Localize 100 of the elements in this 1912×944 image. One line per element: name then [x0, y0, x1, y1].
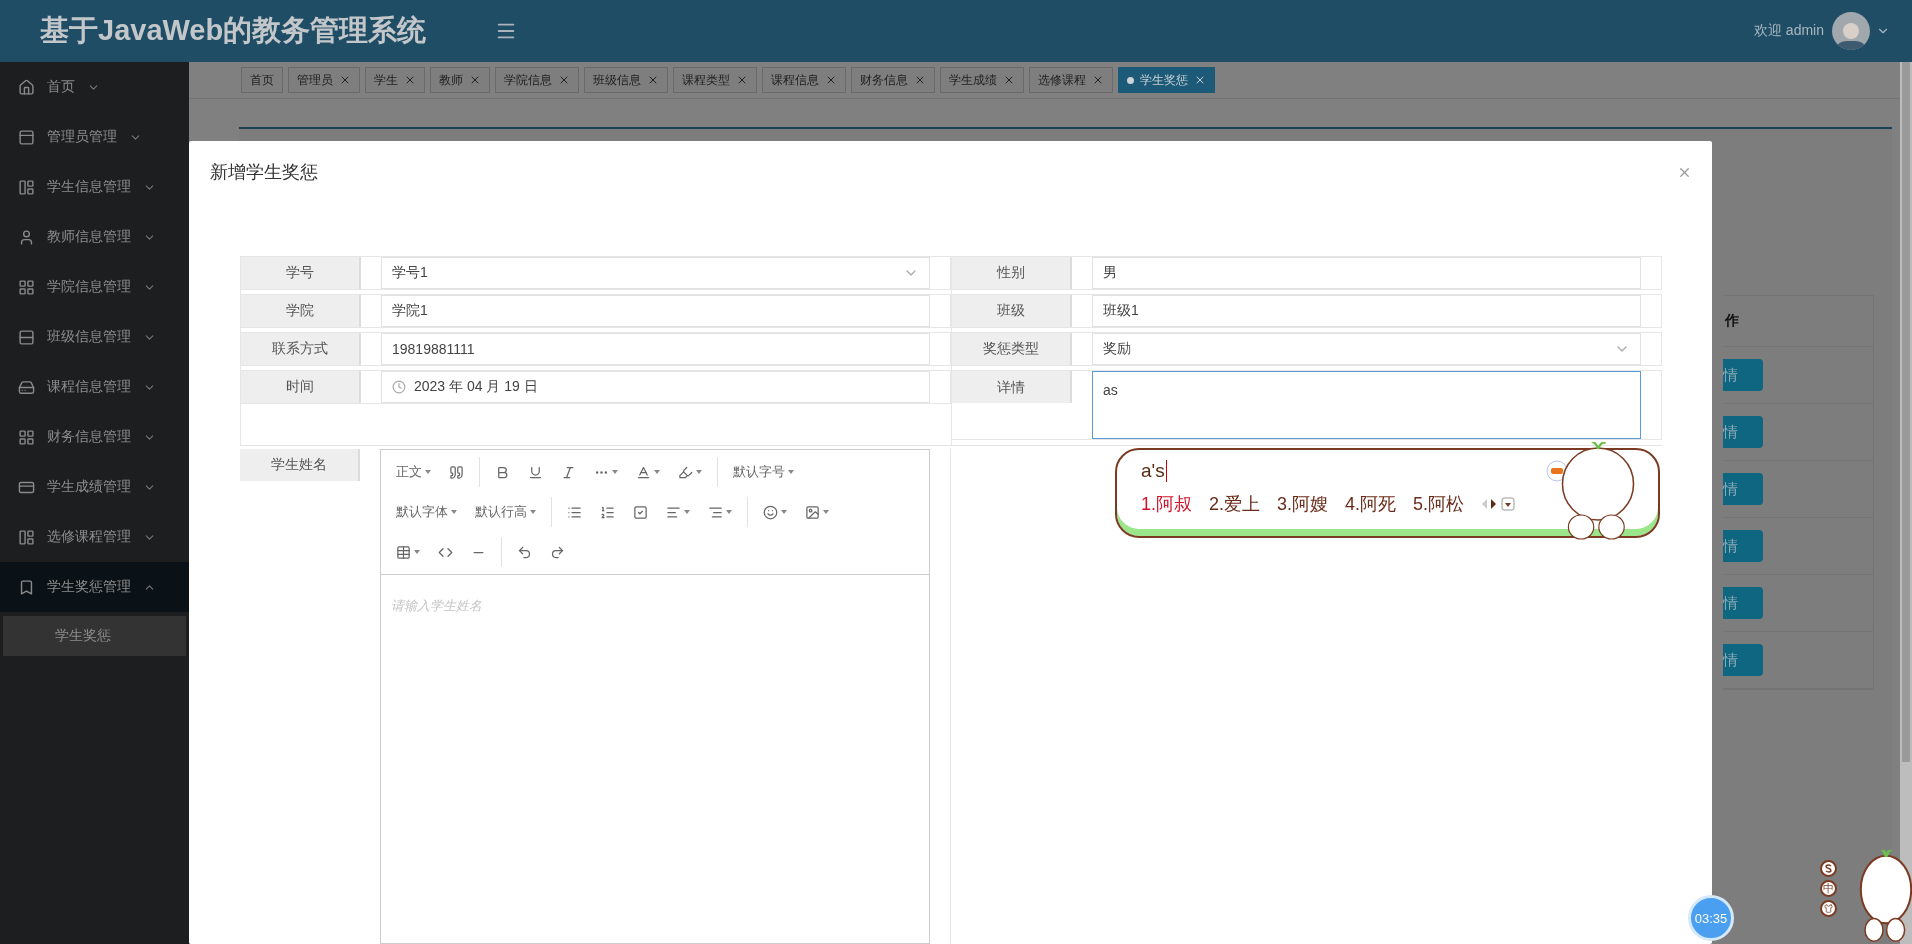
close-icon[interactable] — [404, 74, 416, 86]
tab[interactable]: 课程信息 — [762, 67, 846, 93]
close-icon[interactable] — [1092, 74, 1104, 86]
sidebar-label: 选修课程管理 — [47, 528, 131, 546]
input-field[interactable]: 班级1 — [1092, 295, 1641, 327]
toolbar-dropdown[interactable]: 默认字体 — [387, 497, 466, 527]
sidebar-label: 管理员管理 — [47, 128, 117, 146]
close-icon[interactable] — [825, 74, 837, 86]
toolbar-dropdown[interactable]: 默认字号 — [724, 457, 803, 487]
clock-icon — [392, 380, 406, 394]
sidebar-label: 教师信息管理 — [47, 228, 131, 246]
editor-placeholder: 请输入学生姓名 — [390, 597, 483, 615]
sidebar-item[interactable]: 学生信息管理 — [0, 162, 189, 212]
layout-icon — [18, 178, 35, 196]
tab[interactable]: 课程类型 — [673, 67, 757, 93]
field-label: 时间 — [241, 371, 361, 403]
details-button[interactable]: 情 — [1723, 530, 1763, 562]
field-label: 性别 — [952, 257, 1072, 289]
tab[interactable]: 教师 — [430, 67, 490, 93]
field-label: 学生姓名 — [240, 449, 360, 481]
sidebar-label: 课程信息管理 — [47, 378, 131, 396]
close-icon[interactable] — [469, 74, 481, 86]
sidebar-item[interactable]: 学生成绩管理 — [0, 462, 189, 512]
tab[interactable]: 首页 — [241, 67, 283, 93]
sidebar-label: 学生奖惩管理 — [47, 578, 131, 596]
field-label: 学院 — [241, 295, 361, 327]
rich-text-editor[interactable]: 正文 默认字号 默认字体 默认行高 请输入学生姓名 — [380, 449, 930, 944]
input-field[interactable]: 男 — [1092, 257, 1641, 289]
tab[interactable]: 学院信息 — [495, 67, 579, 93]
sidebar-item[interactable]: 财务信息管理 — [0, 412, 189, 462]
sidebar-label: 班级信息管理 — [47, 328, 131, 346]
column-header: 作 — [1725, 312, 1739, 330]
scrollbar-thumb[interactable] — [1902, 62, 1910, 762]
page-arrows-icon[interactable] — [1481, 497, 1518, 511]
close-icon[interactable] — [647, 74, 659, 86]
details-button[interactable]: 情 — [1723, 587, 1763, 619]
tab[interactable]: 选修课程 — [1029, 67, 1113, 93]
ime-candidate[interactable]: 3.阿嫂 — [1277, 492, 1329, 516]
layout-icon — [18, 528, 35, 546]
bookmark-icon — [18, 578, 35, 596]
sidebar-label: 财务信息管理 — [47, 428, 131, 446]
ime-candidate[interactable]: 1.阿叔 — [1141, 492, 1192, 516]
sidebar-label: 学生信息管理 — [47, 178, 131, 196]
sidebar-item[interactable]: 学生奖惩管理 — [0, 562, 189, 612]
field-label: 班级 — [952, 295, 1072, 327]
details-button[interactable]: 情 — [1723, 416, 1763, 448]
field-label: 详情 — [952, 371, 1072, 403]
tab[interactable]: 管理员 — [288, 67, 360, 93]
sidebar-item[interactable]: 学院信息管理 — [0, 262, 189, 312]
close-icon[interactable] — [339, 74, 351, 86]
toolbar-dropdown[interactable]: 正文 — [387, 457, 440, 487]
ime-candidate[interactable]: 2.爱上 — [1209, 492, 1261, 516]
close-icon[interactable] — [1003, 74, 1015, 86]
tab[interactable]: 学生奖惩 — [1118, 67, 1215, 93]
avatar[interactable] — [1832, 12, 1870, 50]
app-title: 基于JavaWeb的教务管理系统 — [40, 13, 428, 48]
select-field[interactable]: 学号1 — [381, 257, 930, 289]
sidebar-subitem[interactable]: 学生奖惩 — [3, 616, 186, 656]
panel-icon — [18, 128, 35, 146]
field-label: 学号 — [241, 257, 361, 289]
drive-icon — [18, 378, 35, 396]
grid-icon — [18, 428, 35, 446]
input-field[interactable]: 19819881111 — [381, 333, 930, 365]
select-field[interactable]: 奖励 — [1092, 333, 1641, 365]
dialog-title: 新增学生奖惩 — [210, 161, 318, 184]
dot-icon — [1127, 76, 1134, 84]
tab[interactable]: 学生成绩 — [940, 67, 1024, 93]
sidebar-item[interactable]: 课程信息管理 — [0, 362, 189, 412]
home-icon — [18, 78, 35, 96]
field-label: 联系方式 — [241, 333, 361, 365]
ime-candidate[interactable]: 4.阿死 — [1345, 492, 1397, 516]
close-icon[interactable] — [736, 74, 748, 86]
sidebar-item[interactable]: 班级信息管理 — [0, 312, 189, 362]
sidebar-label: 学生成绩管理 — [47, 478, 131, 496]
tab[interactable]: 班级信息 — [584, 67, 668, 93]
text-area[interactable]: as — [1092, 371, 1641, 439]
details-button[interactable]: 情 — [1723, 359, 1763, 391]
date-field[interactable]: 2023 年 04 月 19 日 — [381, 371, 930, 403]
sidebar-label: 首页 — [47, 78, 75, 96]
grid-icon — [18, 278, 35, 296]
ime-candidate[interactable]: 5.阿松 — [1413, 492, 1465, 516]
close-icon[interactable] — [914, 74, 926, 86]
details-button[interactable]: 情 — [1723, 473, 1763, 505]
sidebar-item[interactable]: 管理员管理 — [0, 112, 189, 162]
close-icon[interactable] — [1194, 74, 1206, 86]
close-icon[interactable] — [558, 74, 570, 86]
tab[interactable]: 学生 — [365, 67, 425, 93]
rows-icon — [18, 328, 35, 346]
sidebar-item[interactable]: 首页 — [0, 62, 189, 112]
field-label: 奖惩类型 — [952, 333, 1072, 365]
sidebar-label: 学院信息管理 — [47, 278, 131, 296]
sidebar-item[interactable]: 选修课程管理 — [0, 512, 189, 562]
toolbar-dropdown[interactable]: 默认行高 — [466, 497, 545, 527]
ime-composition: a's — [1141, 460, 1167, 482]
tab[interactable]: 财务信息 — [851, 67, 935, 93]
details-button[interactable]: 情 — [1723, 644, 1763, 676]
sidebar-item[interactable]: 教师信息管理 — [0, 212, 189, 262]
user-icon — [18, 228, 35, 246]
input-field[interactable]: 学院1 — [381, 295, 930, 327]
welcome-text: 欢迎 admin — [1753, 22, 1824, 40]
